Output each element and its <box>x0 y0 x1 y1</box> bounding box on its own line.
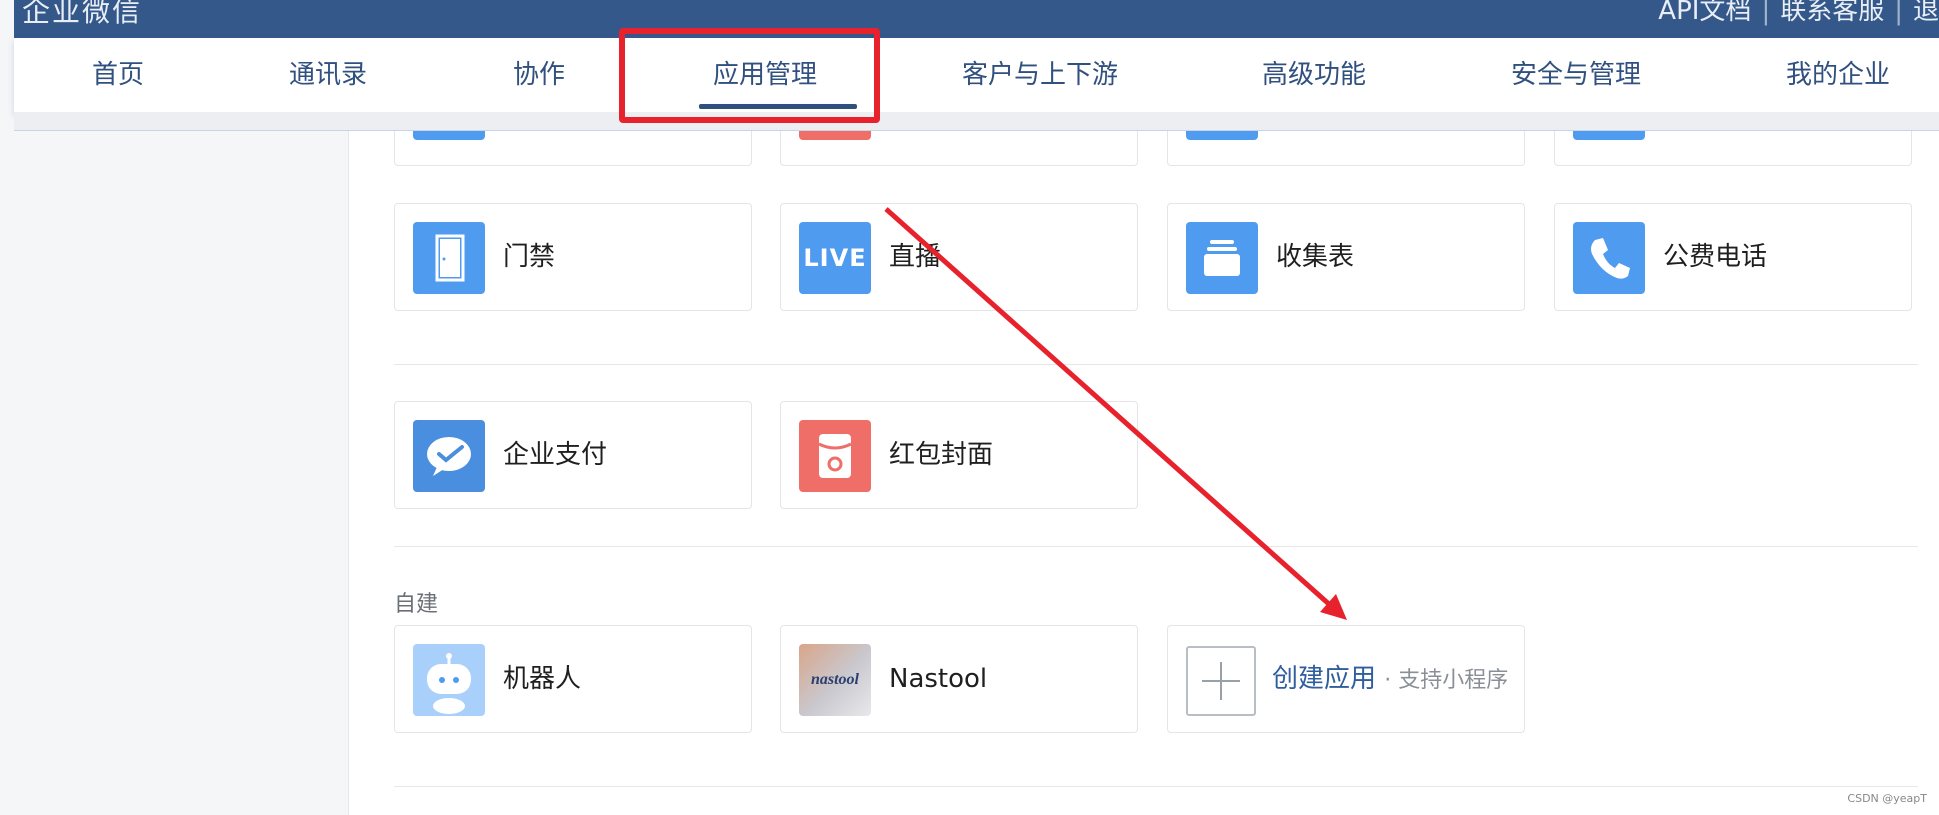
api-docs-link[interactable]: API文档 <box>1658 0 1751 26</box>
header-bottom-strip <box>14 112 1939 131</box>
form-icon <box>1186 222 1258 294</box>
app-label: 机器人 <box>503 664 582 694</box>
app-card-live[interactable]: LIVE 直播 <box>780 203 1138 311</box>
app-label: 企业支付 <box>503 440 608 470</box>
nav-item-advanced[interactable]: 高级功能 <box>1262 38 1366 112</box>
app-label: 公费电话 <box>1663 242 1768 272</box>
header-links: API文档 | 联系客服 | 退 <box>1658 0 1939 27</box>
app-card-partial[interactable] <box>394 122 752 166</box>
nav-item-customers[interactable]: 客户与上下游 <box>962 38 1118 112</box>
app-label: 红包封面 <box>889 440 994 470</box>
main-nav: 首页 通讯录 协作 应用管理 客户与上下游 高级功能 安全与管理 我的企业 <box>14 38 1939 113</box>
phone-icon <box>1573 222 1645 294</box>
red-packet-icon <box>799 420 871 492</box>
create-app-link[interactable]: 创建应用 <box>1272 664 1376 694</box>
nav-item-collaboration[interactable]: 协作 <box>513 38 565 112</box>
nav-item-home[interactable]: 首页 <box>92 38 144 112</box>
top-header: 企业微信 API文档 | 联系客服 | 退 <box>14 0 1939 38</box>
app-card-door[interactable]: 门禁 <box>394 203 752 311</box>
app-label: 收集表 <box>1276 242 1355 272</box>
app-card-form[interactable]: 收集表 <box>1167 203 1525 311</box>
app-card-red-packet[interactable]: 红包封面 <box>780 401 1138 509</box>
app-label: 门禁 <box>503 242 556 272</box>
separator: | <box>1761 0 1771 26</box>
plus-icon <box>1186 646 1256 716</box>
app-card-partial[interactable] <box>1167 122 1525 166</box>
create-app-button[interactable]: 创建应用 · 支持小程序 <box>1167 625 1525 733</box>
nav-item-security[interactable]: 安全与管理 <box>1511 38 1641 112</box>
live-badge: LIVE <box>803 244 867 272</box>
nastool-logo-icon: nastool <box>799 644 871 716</box>
app-card-phone[interactable]: 公费电话 <box>1554 203 1912 311</box>
nastool-logo-text: nastool <box>810 671 859 688</box>
highlight-annotation-box <box>619 28 880 123</box>
nav-item-my-enterprise[interactable]: 我的企业 <box>1786 38 1890 112</box>
divider <box>394 364 1918 365</box>
app-card-enterprise-pay[interactable]: 企业支付 <box>394 401 752 509</box>
app-card-robot[interactable]: 机器人 <box>394 625 752 733</box>
watermark: CSDN @yeapT <box>1847 792 1927 805</box>
create-app-label-wrap: 创建应用 · 支持小程序 <box>1272 626 1508 732</box>
separator: | <box>1894 0 1903 26</box>
app-label: Nastool <box>889 664 988 694</box>
app-card-partial[interactable] <box>1554 122 1912 166</box>
robot-icon <box>413 644 485 716</box>
logout-link[interactable]: 退 <box>1913 0 1939 26</box>
app-label: 直播 <box>889 242 942 272</box>
door-icon <box>413 222 485 294</box>
app-card-partial[interactable] <box>780 122 1138 166</box>
contact-support-link[interactable]: 联系客服 <box>1780 0 1884 26</box>
brand-logo[interactable]: 企业微信 <box>22 0 142 30</box>
app-card-nastool[interactable]: nastool Nastool <box>780 625 1138 733</box>
live-icon: LIVE <box>799 222 871 294</box>
divider <box>394 786 1918 787</box>
section-title-custom: 自建 <box>394 592 439 617</box>
divider <box>394 546 1918 547</box>
brand-name: 企业微信 <box>22 0 143 28</box>
create-app-subtitle: · 支持小程序 <box>1384 668 1509 693</box>
wechat-pay-icon <box>413 420 485 492</box>
nav-item-contacts[interactable]: 通讯录 <box>289 38 367 112</box>
